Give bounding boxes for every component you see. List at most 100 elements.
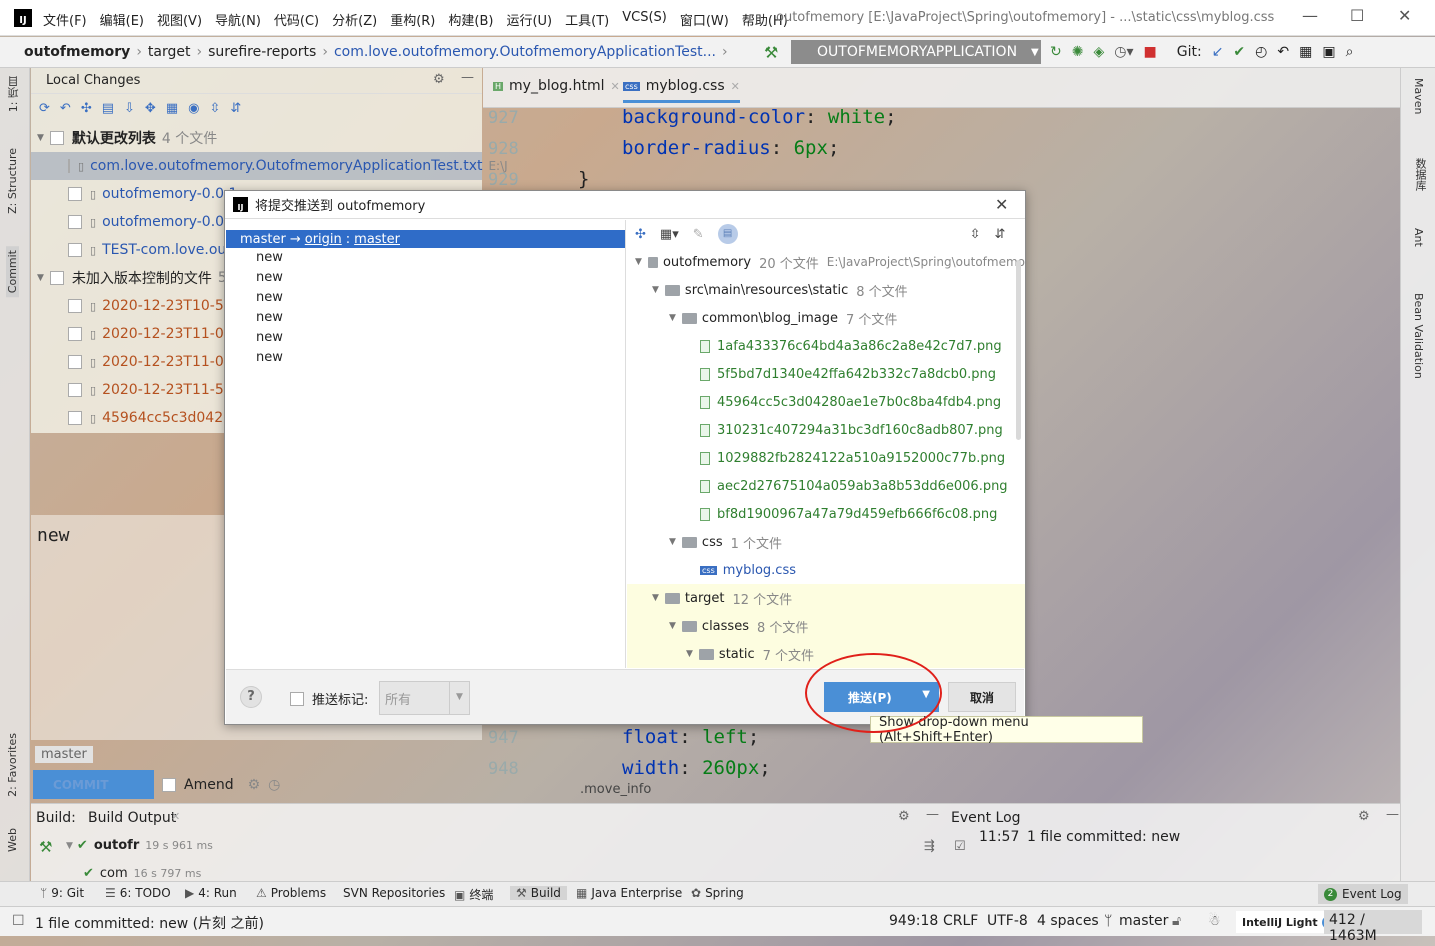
git-update-icon[interactable]: ↙ [1212, 44, 1224, 60]
tab-favorites[interactable]: 2: Favorites [6, 733, 19, 797]
commit-options-gear-icon[interactable]: ⚙ [248, 777, 261, 793]
menu-item[interactable]: 构建(B) [448, 10, 493, 29]
tree-node[interactable]: css myblog.css [627, 556, 1025, 584]
tree-node[interactable]: 45964cc5c3d04280ae1e7b0c8ba4fdb4.png [627, 388, 1025, 416]
tree-node[interactable]: 5f5bd7d1340e42ffa642b332c7a8dcb0.png [627, 360, 1025, 388]
breadcrumb-target[interactable]: target [148, 44, 191, 60]
view-options-icon[interactable]: ◉ [188, 101, 199, 116]
menu-item[interactable]: 视图(V) [157, 10, 202, 29]
run-configuration-select[interactable]: OUTOFMEMORYAPPLICATION ▼ [791, 40, 1041, 64]
tree-node[interactable]: bf8d1900967a47a79d459efb666f6c08.png [627, 500, 1025, 528]
status-message[interactable]: 1 file committed: new (片刻 之前) [35, 913, 264, 933]
list-item[interactable]: ▯ com.love.outofmemory.OutofmemoryApplica… [31, 152, 508, 180]
tree-node[interactable]: 1afa433376c64bd4a3a86c2a8e42c7d7.png [627, 332, 1025, 360]
search-everywhere-icon[interactable]: ⌕ [1346, 44, 1354, 60]
view-icon[interactable]: ▤ [717, 224, 738, 244]
git-history-icon[interactable]: ◴ [1255, 44, 1267, 60]
breadcrumb-project[interactable]: outofmemory [24, 44, 130, 60]
stop-icon[interactable]: ■ [1144, 44, 1157, 60]
close-window-icon[interactable]: ✕ [1398, 6, 1411, 25]
file-checkbox[interactable] [68, 355, 82, 369]
build-hammer-icon[interactable]: ⚒ [764, 43, 778, 62]
menu-item[interactable]: 代码(C) [274, 10, 319, 29]
tool-window-button[interactable]: ▦ Java Enterprise [576, 886, 682, 900]
code-line[interactable]: background-color: white; [622, 106, 897, 128]
cancel-button[interactable]: 取消 [948, 682, 1016, 712]
tree-node[interactable]: aec2d27675104a059ab3a8b53dd6e006.png [627, 472, 1025, 500]
refresh-icon[interactable]: ⟳ [39, 101, 50, 116]
changelist-group[interactable]: ▼ 未加入版本控制的文件 5 [37, 264, 227, 292]
group-by-icon[interactable]: ▦▾ [660, 227, 679, 242]
build-hammer-icon[interactable]: ⚒ [39, 838, 52, 856]
group-checkbox[interactable] [49, 271, 64, 285]
tab-web[interactable]: Web [6, 828, 19, 852]
push-tags-select[interactable]: 所有 ▼ [379, 681, 470, 715]
tree-node[interactable]: ▼ src\main\resources\static 8 个文件 [627, 276, 1025, 304]
file-encoding[interactable]: UTF-8 [987, 913, 1028, 929]
remote-name[interactable]: origin [305, 232, 342, 247]
tab-ant[interactable]: Ant [1412, 228, 1425, 247]
menu-item[interactable]: 导航(N) [215, 10, 261, 29]
code-line[interactable]: border-radius: 6px; [622, 137, 839, 159]
lock-icon[interactable]: 🔓︎ [1172, 913, 1181, 929]
menu-item[interactable]: 文件(F) [43, 10, 87, 29]
git-rollback-icon[interactable]: ↶ [1277, 44, 1289, 60]
collapse-all-icon[interactable]: ⇵ [995, 227, 1006, 242]
close-tab-icon[interactable]: ✕ [731, 80, 740, 93]
commit-history-icon[interactable]: ◷ [268, 777, 280, 793]
tab-project[interactable]: 1: 项目 [6, 76, 22, 112]
commit-item[interactable]: new [226, 348, 625, 368]
menu-item[interactable]: 运行(U) [506, 10, 552, 29]
settings-gear-icon[interactable]: ⚙ [433, 72, 445, 87]
rerun-icon[interactable]: ↻ [1050, 44, 1062, 60]
maximize-icon[interactable]: ☐ [1350, 6, 1364, 25]
collapse-all-icon[interactable]: ⇵ [230, 101, 241, 116]
build-entry[interactable]: ▼ ✔ outofr 19 s 961 ms [66, 838, 213, 853]
group-by-icon[interactable]: ▦ [166, 101, 178, 116]
close-build-tab-icon[interactable]: ✕ [171, 810, 180, 823]
menu-item[interactable]: 编辑(E) [100, 10, 144, 29]
group-checkbox[interactable] [49, 131, 64, 145]
git-branch[interactable]: master [1119, 913, 1168, 929]
inspector-icon[interactable]: ☃ [1208, 913, 1221, 929]
project-structure-icon[interactable]: ▦ [1299, 44, 1312, 60]
expand-all-icon[interactable]: ⇳ [970, 227, 981, 242]
tab-maven[interactable]: Maven [1412, 78, 1425, 114]
breadcrumb-surefire[interactable]: surefire-reports [208, 44, 316, 60]
tree-node[interactable]: ▼ target 12 个文件 [627, 584, 1025, 612]
git-commit-icon[interactable]: ✔ [1233, 44, 1245, 60]
rollback-icon[interactable]: ↶ [60, 101, 71, 116]
tool-window-button[interactable]: ▣ 终端 [454, 886, 493, 903]
minimize-icon[interactable]: — [1302, 6, 1318, 25]
hide-panel-icon[interactable]: — [461, 70, 474, 85]
move-changes-icon[interactable]: ✣ [81, 101, 92, 116]
status-toggle-icon[interactable]: ☐ [12, 913, 25, 929]
changelist-group[interactable]: ▼ 默认更改列表 4 个文件 [37, 124, 217, 152]
tool-window-button[interactable]: ▶ 4: Run [185, 886, 237, 900]
ide-layout-icon[interactable]: ▣ [1322, 44, 1335, 60]
build-hide-icon[interactable]: — [926, 807, 939, 822]
code-line[interactable]: } [578, 168, 589, 190]
coverage-icon[interactable]: ◈ [1093, 44, 1104, 60]
build-settings-gear-icon[interactable]: ⚙ [898, 809, 910, 824]
file-tree-scrollbar[interactable] [1016, 260, 1021, 440]
amend-checkbox-box[interactable] [162, 778, 176, 792]
shelve-icon[interactable]: ⇩ [124, 101, 135, 116]
tree-node[interactable]: ▼ outofmemory 20 个文件 E:\JavaProject\Spring\… [627, 248, 1025, 276]
file-checkbox[interactable] [68, 243, 82, 257]
debug-icon[interactable]: ✺ [1072, 44, 1084, 60]
expand-icon[interactable]: ✥ [145, 101, 156, 116]
mark-read-icon[interactable]: ☑ [954, 839, 966, 854]
tab-bean-validation[interactable]: Bean Validation [1412, 293, 1425, 379]
expand-all-icon[interactable]: ⇳ [209, 101, 220, 116]
event-log-button[interactable]: 2 Event Log [1318, 884, 1408, 904]
tree-node[interactable]: ▼ common\blog_image 7 个文件 [627, 304, 1025, 332]
tool-window-button[interactable]: ✿ Spring [691, 886, 744, 900]
menu-item[interactable]: 窗口(W) [680, 10, 729, 29]
selector-breadcrumb[interactable]: .move_info [580, 782, 651, 797]
edit-icon[interactable]: ✎ [693, 227, 704, 242]
amend-checkbox[interactable]: Amend ⚙ ◷ [162, 777, 280, 793]
tree-node[interactable]: 310231c407294a31bc3df160c8adb807.png [627, 416, 1025, 444]
tab-structure[interactable]: Z: Structure [6, 148, 19, 214]
tree-node[interactable]: 1029882fb2824122a510a9152000c77b.png [627, 444, 1025, 472]
